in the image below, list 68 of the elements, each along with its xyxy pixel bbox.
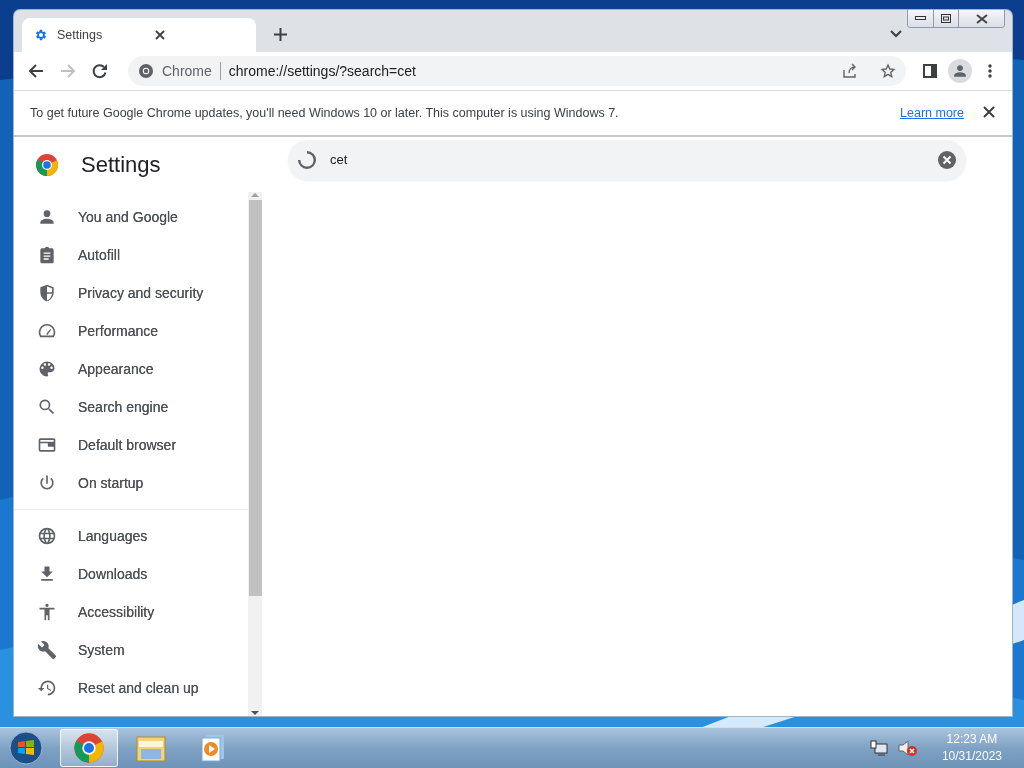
maximize-icon — [941, 14, 951, 23]
scrollbar[interactable] — [248, 192, 262, 716]
windows-logo — [9, 731, 43, 765]
muted-speaker-icon[interactable] — [897, 739, 918, 757]
update-notice: To get future Google Chrome updates, you'll need Windows 10 or later. This computer is using Windows 7. — [30, 106, 620, 120]
globe-icon — [37, 526, 57, 546]
sidebar-item[interactable]: Autofill — [14, 236, 248, 274]
history-icon — [37, 678, 57, 698]
sidebar-item[interactable]: Privacy and security — [14, 274, 248, 312]
address-bar[interactable]: Chrome chrome://settings/?search=cet — [128, 56, 906, 86]
start-button[interactable] — [6, 729, 46, 767]
page-title: Settings — [81, 151, 161, 178]
sidebar-item[interactable]: Default browser — [14, 426, 248, 464]
close-icon — [975, 13, 988, 24]
taskbar-app-button[interactable] — [60, 729, 118, 767]
sidebar-item[interactable]: Appearance — [14, 350, 248, 388]
wrench-icon — [37, 640, 57, 660]
chrome-logo — [73, 732, 105, 764]
search-input[interactable]: cet — [330, 152, 924, 167]
minimize-icon — [915, 16, 926, 21]
dismiss-button[interactable] — [982, 106, 996, 120]
search-field[interactable]: cet — [288, 139, 966, 180]
sidebar-item[interactable]: Downloads — [14, 555, 248, 593]
sidebar-item[interactable]: Languages — [14, 517, 248, 555]
maximize-button[interactable] — [933, 10, 958, 27]
kebab-menu-icon — [988, 63, 992, 79]
star-icon[interactable] — [880, 63, 896, 79]
folder-icon — [135, 733, 167, 763]
forward-arrow-icon — [60, 63, 76, 79]
palette-icon — [37, 359, 57, 379]
gear-icon — [34, 28, 48, 42]
back-arrow-icon — [28, 63, 44, 79]
clear-icon — [938, 150, 956, 169]
url-text: chrome://settings/?search=cet — [228, 63, 417, 79]
learn-more-link[interactable]: Learn more — [900, 106, 964, 120]
minimize-button[interactable] — [908, 10, 933, 27]
clipboard-icon — [37, 245, 57, 265]
chrome-logo — [35, 152, 59, 177]
chevron-down-icon[interactable] — [890, 30, 902, 38]
browser-tab[interactable]: Settings — [22, 18, 256, 52]
sidebar-item[interactable]: You and Google — [14, 198, 248, 236]
close-button[interactable] — [958, 10, 1004, 27]
share-icon[interactable] — [842, 63, 858, 79]
sidebar-item[interactable]: On startup — [14, 464, 248, 502]
media-player-icon — [200, 734, 226, 762]
profile-avatar[interactable] — [948, 59, 972, 83]
shield-icon — [37, 283, 57, 303]
sidebar-item[interactable]: Search engine — [14, 388, 248, 426]
sidebar-item[interactable]: Accessibility — [14, 593, 248, 631]
browser-window-icon — [37, 435, 57, 455]
clock-time: 12:23 AM — [946, 731, 998, 748]
accessibility-icon — [37, 602, 57, 622]
chrome-logo-icon — [138, 63, 154, 79]
clear-search-button[interactable] — [938, 150, 956, 169]
scroll-down-icon[interactable] — [251, 710, 259, 716]
side-panel-icon — [923, 64, 937, 78]
person-icon — [37, 207, 57, 227]
search-icon — [37, 397, 57, 417]
clock-date: 10/31/2023 — [941, 748, 1002, 765]
plus-icon — [273, 28, 287, 41]
reload-icon — [92, 63, 108, 79]
sidebar-item[interactable]: System — [14, 631, 248, 669]
site-label: Chrome — [162, 63, 212, 79]
close-icon — [983, 106, 995, 118]
sidebar-item[interactable]: Performance — [14, 312, 248, 350]
sidebar-item[interactable]: Reset and clean up — [14, 669, 248, 707]
person-icon — [953, 64, 967, 78]
network-icon[interactable] — [869, 740, 888, 756]
